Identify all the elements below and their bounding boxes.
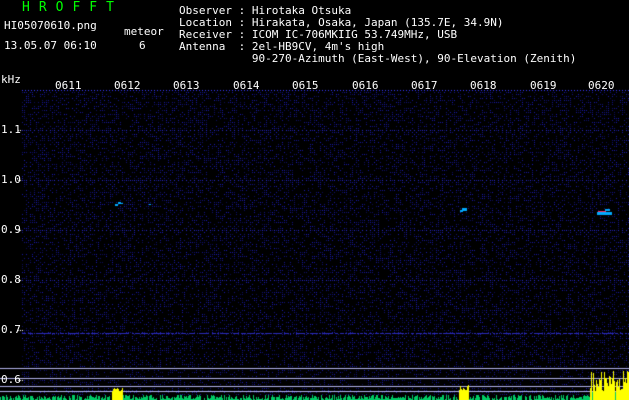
y-tick-label: 1.1 [1,123,21,136]
time-tick-label: 0613 [173,79,200,92]
time-tick-label: 0618 [470,79,497,92]
axis-unit-label: kHz [1,73,21,86]
time-tick-label: 0611 [55,79,82,92]
y-tick-label: 0.6 [1,373,21,386]
time-tick-label: 0616 [352,79,379,92]
time-tick-label: 0614 [233,79,260,92]
time-tick-label: 0617 [411,79,438,92]
y-tick-label: 0.9 [1,223,21,236]
hrofft-window: HROFFT HI05070610.png 13.05.07 06:10 met… [0,0,629,400]
time-tick-label: 0615 [292,79,319,92]
datetime-label: 13.05.07 06:10 [4,39,97,52]
time-tick-label: 0620 [588,79,615,92]
time-tick-label: 0612 [114,79,141,92]
meteor-label: meteor [124,25,164,38]
time-tick-label: 0619 [530,79,557,92]
y-tick-label: 0.7 [1,323,21,336]
meteor-count: 6 [139,39,146,52]
app-logo: HROFFT [22,0,123,15]
y-tick-label: 1.0 [1,173,21,186]
antenna-direction-line: 90-270-Azimuth (East-West), 90-Elevation… [179,52,577,65]
y-tick-label: 0.8 [1,273,21,286]
filename-label: HI05070610.png [4,19,97,32]
